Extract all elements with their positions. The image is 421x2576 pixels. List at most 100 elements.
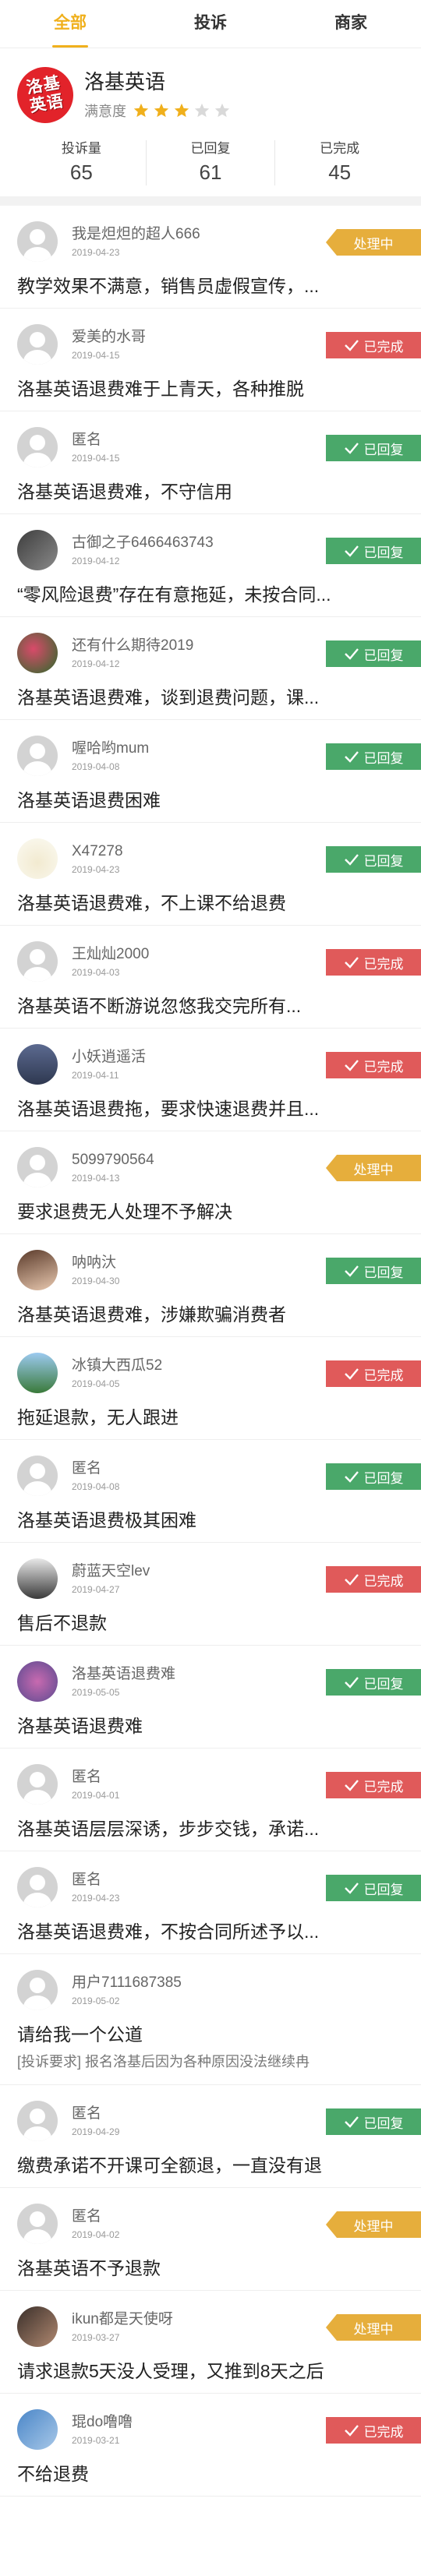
company-logo: 洛基 英语 <box>12 62 78 128</box>
complaint-item[interactable]: 小妖逍遥活 2019-04-11 已完成洛基英语退费拖，要求快速退费并且... <box>0 1029 421 1131</box>
complaint-item[interactable]: 5099790564 2019-04-13 处理中要求退费无人处理不予解决 <box>0 1131 421 1234</box>
post-date: 2019-04-11 <box>72 1069 119 1081</box>
status-text: 已回复 <box>363 1265 404 1280</box>
stat-value: 65 <box>69 161 93 184</box>
complaint-title[interactable]: 请给我一个公道 <box>17 2023 421 2046</box>
complaint-item[interactable]: 古御之子6466463743 2019-04-12 已回复 “零风险退费”存在有意拖延… <box>0 514 421 617</box>
complaint-title[interactable]: 洛基英语退费难，谈到退费问题，课... <box>17 686 421 709</box>
complaint-title[interactable]: 洛基英语退费难，不守信用 <box>17 480 421 503</box>
complaint-title[interactable]: 洛基英语退费难，不上课不给退费 <box>17 891 421 915</box>
check-icon <box>344 2425 359 2437</box>
tab-all[interactable]: 全部 <box>0 0 140 48</box>
company-card: 洛基 英语 洛基英语 满意度 投诉量 65 已回复 61 已完成 45 <box>0 48 421 196</box>
complaint-title[interactable]: 洛基英语退费拖，要求快速退费并且... <box>17 1097 421 1120</box>
complaint-title[interactable]: 洛基英语退费难，不按合同所述予以... <box>17 1920 421 1943</box>
post-date: 2019-04-01 <box>72 1789 120 1801</box>
complaint-item[interactable]: 匿名 2019-04-15 已回复 洛基英语退费难，不守信用 <box>0 411 421 514</box>
complaint-item[interactable]: ikun都是天使呀 2019-03-27 处理中 请求退款5天没人受理，又推到8天之后 <box>0 2291 421 2394</box>
stat-label: 已回复 <box>190 141 231 156</box>
status-badge: 已回复 <box>326 743 421 770</box>
status-text: 已完成 <box>363 1059 404 1075</box>
check-icon <box>344 648 359 660</box>
complaint-title[interactable]: 请求退款5天没人受理，又推到8天之后 <box>17 2359 421 2383</box>
complaint-title[interactable]: 洛基英语不予退款 <box>17 2257 421 2280</box>
complaint-title[interactable]: 洛基英语退费难于上青天，各种推脱 <box>17 377 421 401</box>
status-text: 已回复 <box>363 750 404 766</box>
complaint-item[interactable]: 蔚蓝天空lev 2019-04-27 已完成 售后不退款 <box>0 1543 421 1646</box>
user-name: 蔚蓝天空lev <box>72 1562 150 1579</box>
complaint-title[interactable]: 洛基英语退费难，涉嫌欺骗消费者 <box>17 1303 421 1326</box>
status-badge: 已完成 <box>326 1566 421 1593</box>
complaint-item[interactable]: 我是炟炟的超人666 2019-04-23 处理中 教学效果不满意，销售员虚假宣传，.… <box>0 206 421 309</box>
complaint-title[interactable]: 洛基英语层层深诱，步步交钱，承诺... <box>17 1817 421 1840</box>
star-empty-icon <box>194 103 210 118</box>
complaint-item[interactable]: 喔哈哟mum 2019-04-08 已回复 洛基英语退费困难 <box>0 720 421 823</box>
status-text: 已完成 <box>363 339 404 355</box>
company-name[interactable]: 洛基英语 <box>84 69 234 94</box>
complaint-title[interactable]: 洛基英语不断游说忽悠我交完所有... <box>17 994 421 1018</box>
complaint-item[interactable]: 匿名 2019-04-23 已回复 洛基英语退费难，不按合同所述予以... <box>0 1851 421 1954</box>
complaint-item[interactable]: 匿名 2019-04-29 已回复 缴费承诺不开课可全额退，一直没有退 <box>0 2085 421 2188</box>
check-icon <box>344 957 359 969</box>
status-text: 已完成 <box>363 1779 404 1794</box>
status-badge: 已完成 <box>326 1052 421 1078</box>
status-text: 已回复 <box>363 2115 404 2131</box>
user-name: 5099790564 <box>72 1151 154 1168</box>
status-text: 已完成 <box>363 956 404 972</box>
complaint-item[interactable]: X47278 2019-04-23 已回复 洛基英语退费难，不上课不给退费 <box>0 823 421 926</box>
complaint-item[interactable]: 呐呐汏 2019-04-30 已回复 洛基英语退费难，涉嫌欺骗消费者 <box>0 1234 421 1337</box>
tab-merchants[interactable]: 商家 <box>281 0 421 48</box>
complaint-title[interactable]: 要求退费无人处理不予解决 <box>17 1200 421 1223</box>
check-icon <box>344 751 359 763</box>
complaint-title[interactable]: 洛基英语退费难 <box>17 1714 421 1738</box>
status-badge: 处理中 <box>326 2314 421 2341</box>
check-icon <box>344 340 359 351</box>
complaint-item[interactable]: 冰镇大西瓜52 2019-04-05 已完成 拖延退款，无人跟进 <box>0 1337 421 1440</box>
section-divider <box>0 196 421 206</box>
complaint-item[interactable]: 爱美的水哥 2019-04-15 已完成 洛基英语退费难于上青天，各种推脱 <box>0 309 421 411</box>
complaint-item[interactable]: 匿名 2019-04-01 已完成洛基英语层层深诱，步步交钱，承诺... <box>0 1749 421 1851</box>
complaint-title[interactable]: “零风险退费”存在有意拖延，未按合同... <box>17 583 421 606</box>
complaint-title[interactable]: 拖延退款，无人跟进 <box>17 1406 421 1429</box>
avatar <box>17 633 58 673</box>
post-date: 2019-04-08 <box>72 1480 120 1492</box>
complaint-title[interactable]: 洛基英语退费困难 <box>17 789 421 812</box>
avatar <box>17 2306 58 2347</box>
complaint-item[interactable]: 匿名 2019-04-02 处理中 洛基英语不予退款 <box>0 2188 421 2291</box>
post-date: 2019-04-08 <box>72 760 120 772</box>
complaint-title[interactable]: 售后不退款 <box>17 1611 421 1635</box>
check-icon <box>344 1265 359 1277</box>
rating-label: 满意度 <box>84 104 126 119</box>
complaint-item[interactable]: 琨do噜噜 2019-03-21 已完成 不给退费 <box>0 2394 421 2497</box>
status-badge: 已完成 <box>326 332 421 358</box>
stat-replied: 已回复 61 <box>147 140 276 185</box>
complaint-title[interactable]: 不给退费 <box>17 2462 421 2486</box>
post-date: 2019-04-30 <box>72 1275 120 1286</box>
stat-complaints: 投诉量 65 <box>17 140 147 185</box>
user-name: 匿名 <box>72 1768 102 1785</box>
status-text: 处理中 <box>353 1162 394 1177</box>
complaint-item[interactable]: 还有什么期待2019 2019-04-12 已回复 洛基英语退费难，谈到退费问题，课.… <box>0 617 421 720</box>
complaint-item[interactable]: 王灿灿2000 2019-04-03 已完成 洛基英语不断游说忽悠我交完所有... <box>0 926 421 1029</box>
status-text: 已完成 <box>363 2424 404 2440</box>
status-badge: 已回复 <box>326 435 421 461</box>
complaint-item[interactable]: 洛基英语退费难 2019-05-05 已回复 洛基英语退费难 <box>0 1646 421 1749</box>
complaint-item[interactable]: 用户7111687385 2019-05-02 请给我一个公道 [投诉要求] 报名洛基… <box>0 1954 421 2085</box>
post-date: 2019-04-12 <box>72 658 120 669</box>
avatar <box>17 1661 58 1702</box>
stat-label: 已完成 <box>320 141 360 156</box>
post-date: 2019-04-13 <box>72 1172 120 1184</box>
complaint-title[interactable]: 缴费承诺不开课可全额退，一直没有退 <box>17 2154 421 2177</box>
status-badge: 已回复 <box>326 1669 421 1696</box>
user-name: 小妖逍遥活 <box>72 1048 147 1065</box>
satisfaction-rating: 满意度 <box>84 101 234 121</box>
complaint-item[interactable]: 匿名 2019-04-08 已回复 洛基英语退费极其困难 <box>0 1440 421 1543</box>
complaint-title[interactable]: 教学效果不满意，销售员虚假宣传，... <box>17 274 421 298</box>
status-text: 已回复 <box>363 1676 404 1692</box>
status-text: 已回复 <box>363 853 404 869</box>
star-empty-icon <box>214 103 230 118</box>
status-badge: 处理中 <box>326 1155 421 1181</box>
complaint-title[interactable]: 洛基英语退费极其困难 <box>17 1509 421 1532</box>
tab-complaints[interactable]: 投诉 <box>140 0 281 48</box>
check-icon <box>344 443 359 454</box>
